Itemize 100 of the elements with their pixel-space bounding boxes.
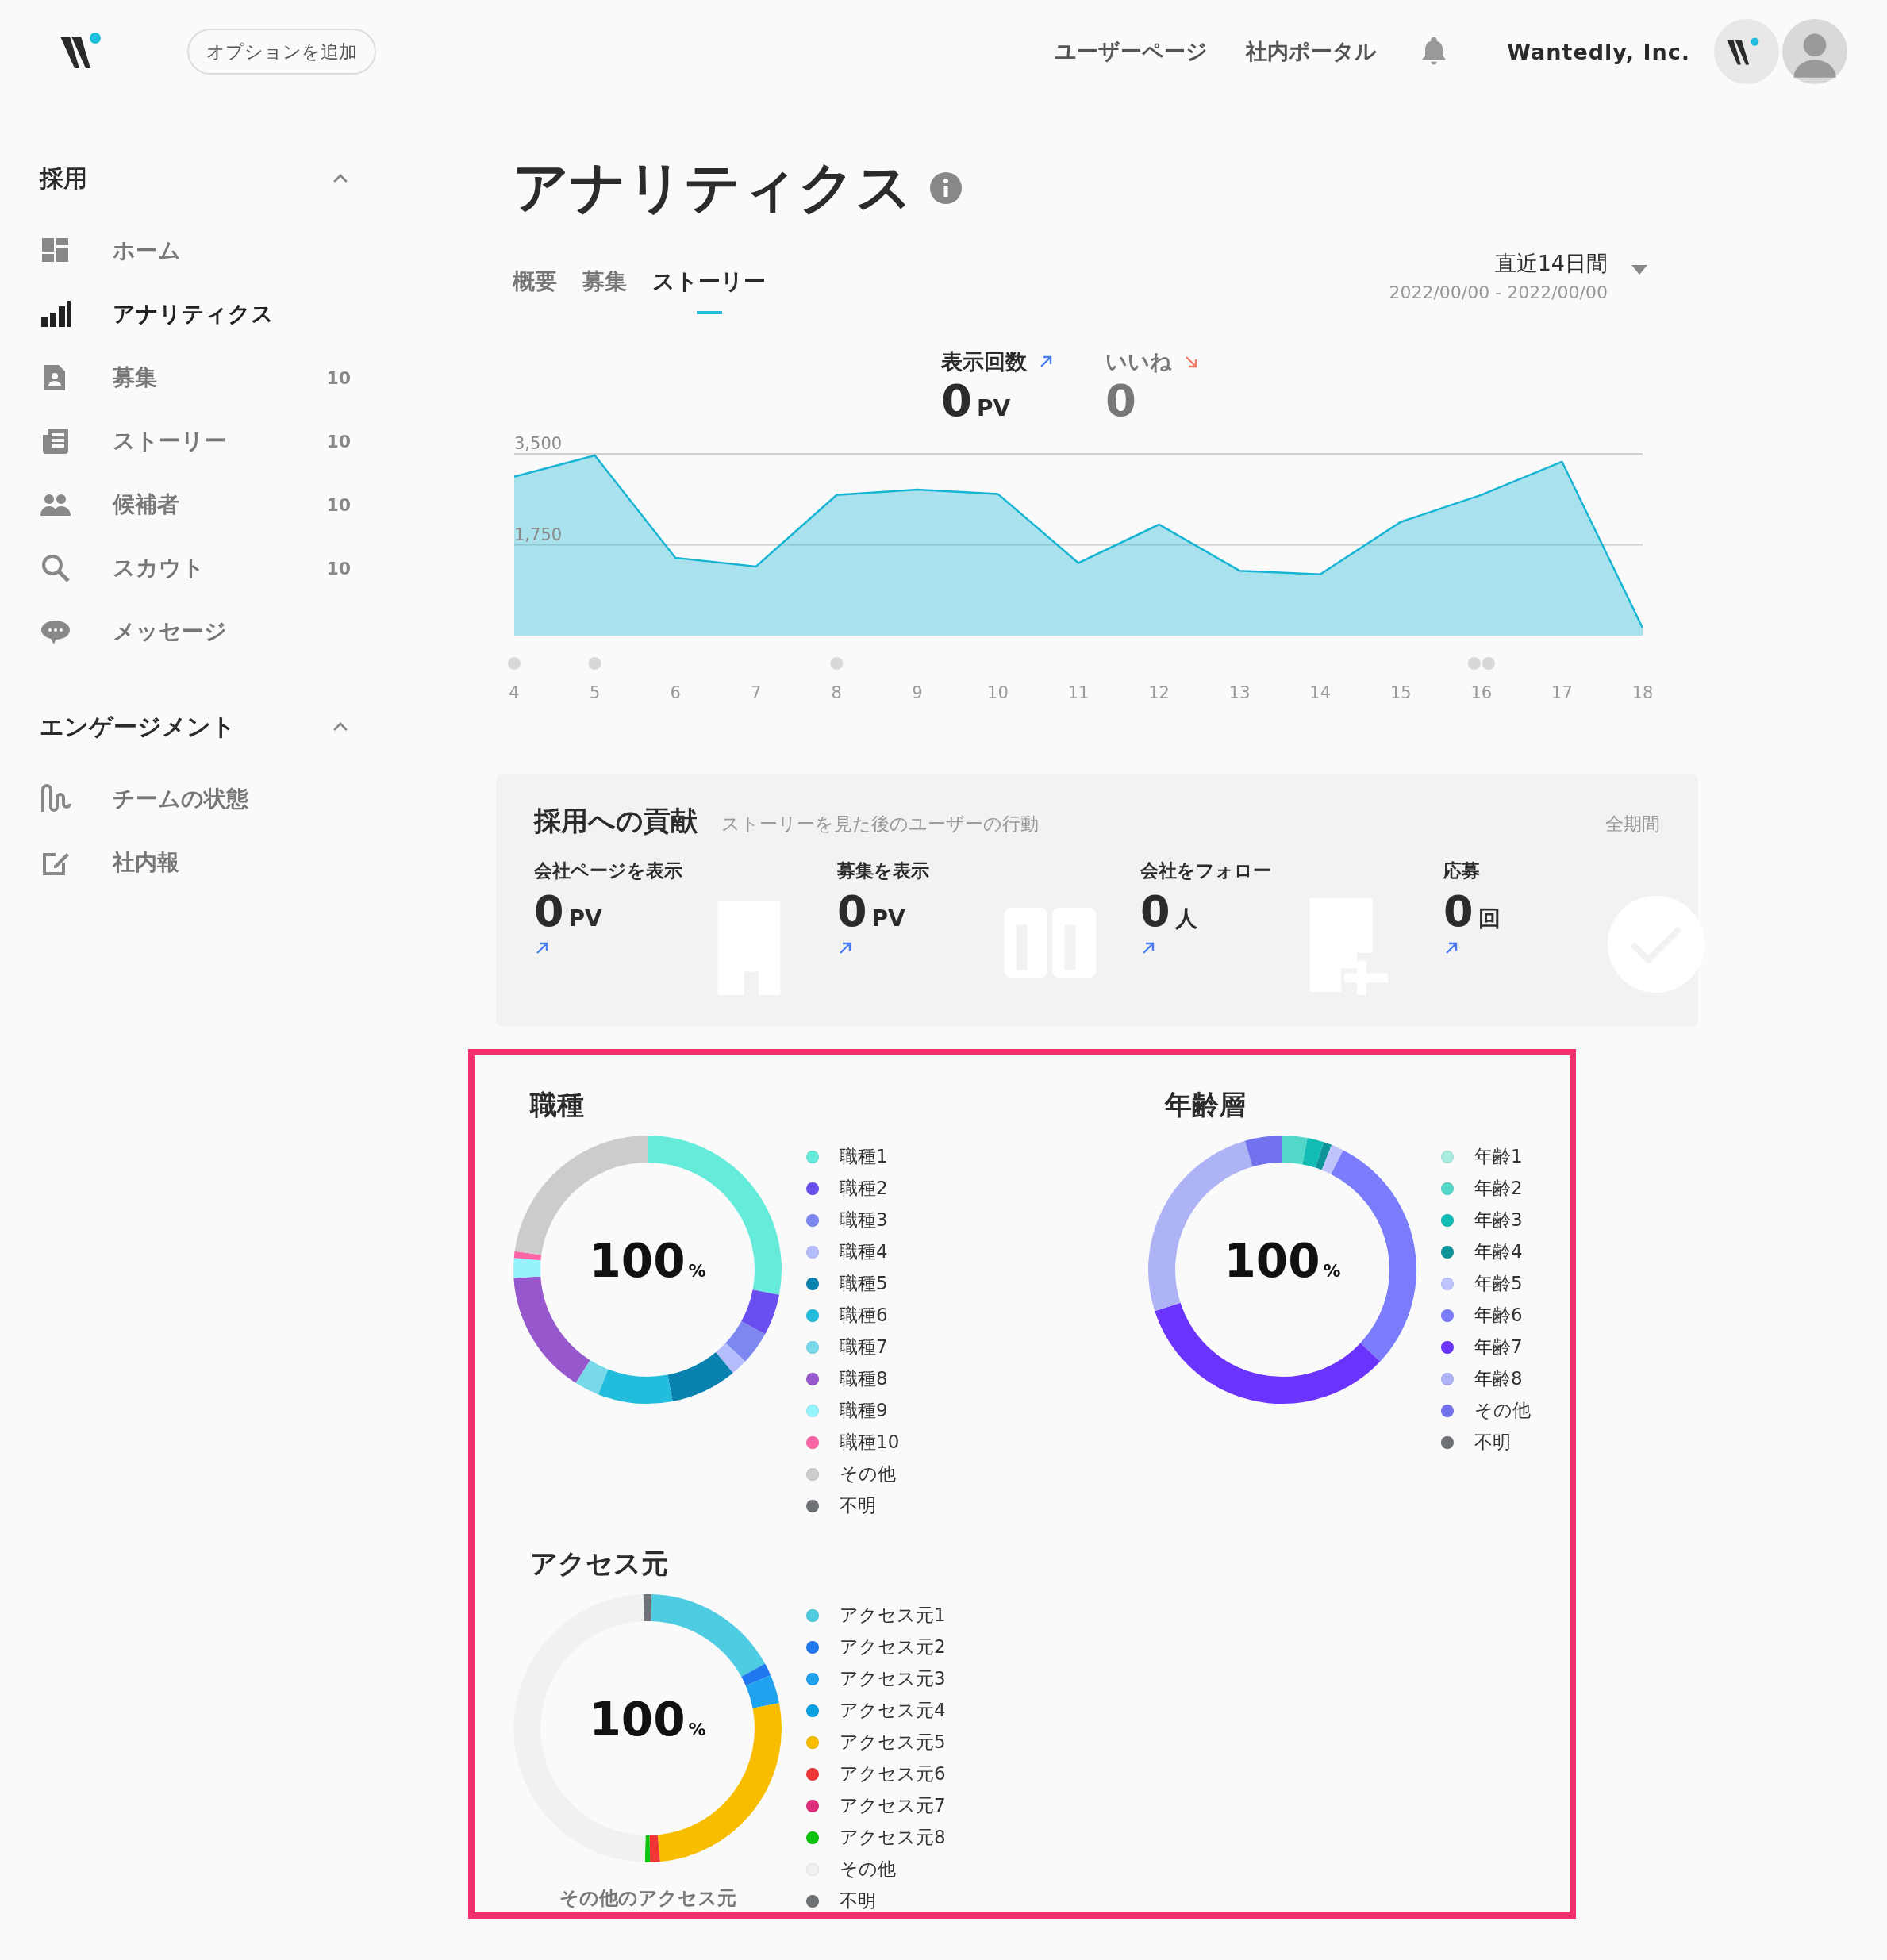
legend-label: その他 <box>1474 1399 1531 1423</box>
sidebar-item[interactable]: 社内報 <box>40 831 351 894</box>
event-dot[interactable] <box>830 656 844 670</box>
sidebar-item[interactable]: ホーム <box>40 219 351 282</box>
x-tick-label: 6 <box>670 682 681 702</box>
page-title: アナリティクス <box>513 154 913 221</box>
legend-label: 不明 <box>840 1494 876 1518</box>
x-tick-label: 17 <box>1551 682 1573 702</box>
legend-label: 不明 <box>1474 1431 1511 1455</box>
total-value: 100 <box>589 1233 686 1288</box>
x-tick-label: 11 <box>1067 682 1090 702</box>
x-tick-label: 16 <box>1470 682 1493 702</box>
total-value: 100 <box>589 1692 686 1747</box>
legend-label: アクセス元4 <box>840 1699 946 1723</box>
sidebar-item[interactable]: メッセージ <box>40 600 351 663</box>
legend-label: 不明 <box>840 1889 876 1913</box>
legend-label: アクセス元5 <box>840 1731 946 1754</box>
x-tick-label: 7 <box>751 682 762 702</box>
y-tick-label: 1,750 <box>514 525 563 544</box>
stat-value: 0 <box>837 886 867 938</box>
search-icon <box>40 552 71 584</box>
sidebar-item[interactable]: スカウト 10 <box>40 536 351 600</box>
add-option-button[interactable]: オプションを追加 <box>187 29 376 75</box>
metric-tab[interactable]: いいね <box>1105 348 1172 376</box>
percent-unit: % <box>688 1719 706 1739</box>
legend-label: 職種6 <box>840 1304 888 1328</box>
legend-label: 年齢1 <box>1474 1145 1523 1169</box>
company-name: Wantedly, Inc. <box>1507 39 1690 64</box>
x-tick-label: 10 <box>987 682 1009 702</box>
card-subtitle: ストーリーを見た後のユーザーの行動 <box>721 812 1040 836</box>
legend-label: 職種7 <box>840 1335 888 1359</box>
section-title: エンゲージメント <box>40 711 236 742</box>
legend-label: アクセス元2 <box>840 1635 946 1659</box>
info-icon[interactable] <box>930 172 962 204</box>
x-tick-label: 12 <box>1148 682 1170 702</box>
tab[interactable]: ストーリー <box>652 267 766 314</box>
company-logo-icon[interactable] <box>1714 19 1779 84</box>
percent-unit: % <box>1323 1260 1341 1281</box>
legend-label: 年齢6 <box>1474 1304 1523 1328</box>
legend-label: 年齢8 <box>1474 1367 1523 1391</box>
x-tick-label: 8 <box>831 682 842 702</box>
legend-label: 年齢3 <box>1474 1209 1523 1232</box>
event-dot[interactable] <box>508 656 521 670</box>
sidebar-item[interactable]: 募集 10 <box>40 346 351 409</box>
legend-label: 年齢7 <box>1474 1335 1523 1359</box>
period-label: 全期間 <box>1605 812 1660 836</box>
legend-label: 職種2 <box>840 1177 888 1201</box>
metric-value: 0 <box>1105 376 1136 425</box>
metric-unit: PV <box>976 395 1011 421</box>
stat-label: 応募 <box>1443 859 1481 882</box>
stat-unit: 人 <box>1174 904 1197 933</box>
sidebar-item[interactable]: チームの状態 <box>40 767 351 831</box>
stat-unit: PV <box>871 905 905 932</box>
nav-link[interactable]: 社内ポータル <box>1246 37 1378 66</box>
caret-icon[interactable] <box>1631 265 1647 275</box>
legend-label: 職種5 <box>840 1272 888 1296</box>
nav-link[interactable]: ユーザーページ <box>1055 37 1209 66</box>
section-title: アクセス元 <box>530 1546 669 1581</box>
x-tick-label: 13 <box>1228 682 1251 702</box>
legend-label: 年齢2 <box>1474 1177 1523 1201</box>
legend-label: 年齢5 <box>1474 1272 1523 1296</box>
event-dots[interactable] <box>1467 656 1495 670</box>
x-tick-label: 15 <box>1389 682 1412 702</box>
legend-label: 年齢4 <box>1474 1240 1523 1264</box>
y-tick-label: 3,500 <box>514 433 563 453</box>
event-dot[interactable] <box>588 656 601 670</box>
stat-label: 会社をフォロー <box>1140 859 1272 882</box>
legend-label: 職種9 <box>840 1399 888 1423</box>
section-title: 職種 <box>530 1087 585 1122</box>
legend-label: その他 <box>840 1858 896 1881</box>
stat-unit: 回 <box>1478 904 1501 933</box>
legend-label: 職種3 <box>840 1209 888 1232</box>
legend-label: 職種1 <box>840 1145 888 1169</box>
sidebar-item[interactable]: 候補者 10 <box>40 473 351 536</box>
x-tick-label: 18 <box>1631 682 1654 702</box>
sidebar-item[interactable]: ストーリー 10 <box>40 409 351 473</box>
donut-slice <box>1302 1137 1324 1168</box>
x-tick-label: 14 <box>1309 682 1332 702</box>
legend-label: その他 <box>840 1462 896 1486</box>
date-range: 2022/00/00 - 2022/00/00 <box>1389 282 1608 302</box>
x-tick-label: 9 <box>912 682 923 702</box>
section-title: 年齢層 <box>1165 1087 1247 1122</box>
legend-label: 職種10 <box>840 1431 900 1455</box>
tab[interactable]: 募集 <box>582 267 627 314</box>
total-value: 100 <box>1224 1233 1320 1288</box>
metric-value: 0 <box>941 376 972 425</box>
metric-tab[interactable]: 表示回数 <box>941 348 1027 376</box>
stat-value: 0 <box>534 886 564 938</box>
legend-label: アクセス元7 <box>840 1794 946 1818</box>
legend-label: 職種8 <box>840 1367 888 1391</box>
period-select[interactable]: 直近14日間 <box>1494 249 1608 278</box>
legend-label: アクセス元1 <box>840 1604 946 1628</box>
card-title: 採用への貢献 <box>534 803 698 838</box>
sidebar-item[interactable]: アナリティクス <box>40 282 351 346</box>
stat-value: 0 <box>1140 886 1170 938</box>
legend-label: アクセス元6 <box>840 1762 946 1786</box>
tab[interactable]: 概要 <box>513 267 557 314</box>
stat-label: 会社ページを表示 <box>534 859 683 882</box>
legend-label: アクセス元3 <box>840 1667 946 1691</box>
section-title: 採用 <box>40 163 87 194</box>
